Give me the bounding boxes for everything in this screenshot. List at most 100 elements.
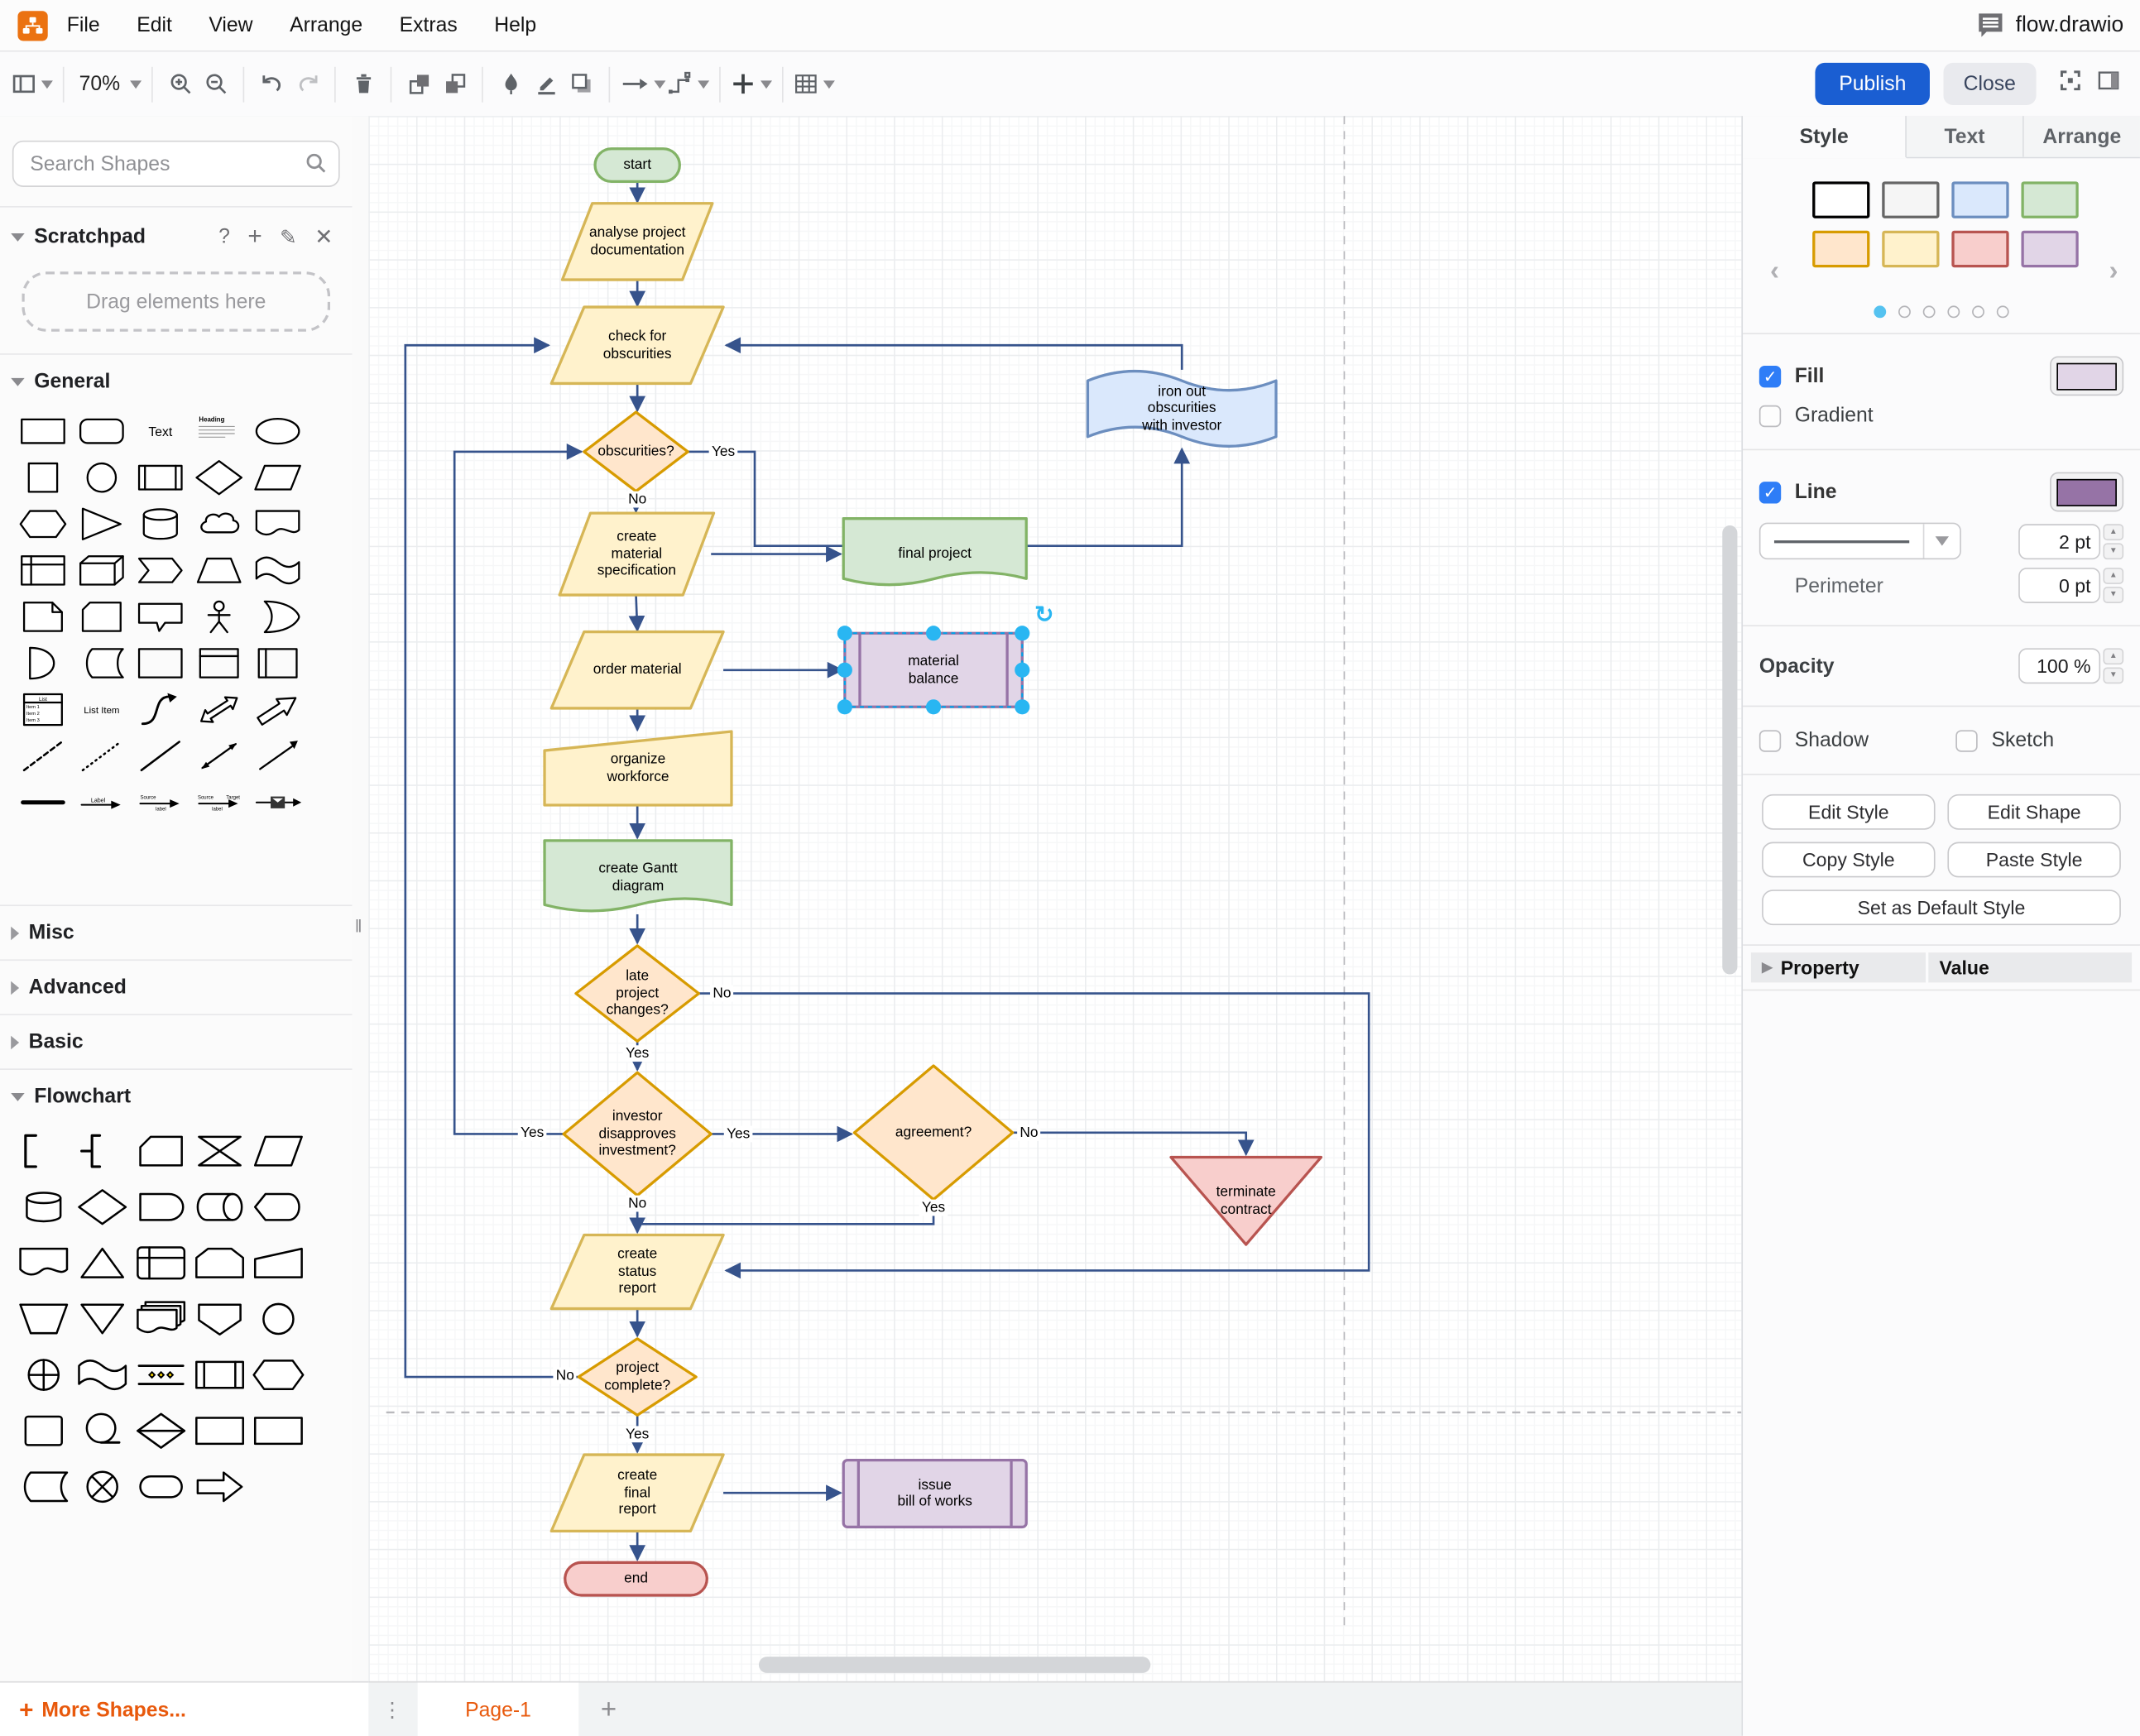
value-column-header[interactable]: Value bbox=[1928, 952, 2133, 983]
line-color-button[interactable] bbox=[2050, 472, 2124, 512]
close-icon[interactable]: ✕ bbox=[314, 223, 333, 251]
node-check[interactable] bbox=[549, 305, 725, 386]
presets-page-dot-1[interactable] bbox=[1898, 305, 1911, 319]
redo-button[interactable] bbox=[290, 64, 325, 104]
shape-transfer[interactable] bbox=[190, 1459, 248, 1515]
shape-dashed-line[interactable] bbox=[13, 733, 72, 779]
shape-note[interactable] bbox=[13, 593, 72, 640]
node-gantt[interactable] bbox=[543, 839, 733, 913]
zoom-percent-button[interactable]: 70% bbox=[74, 64, 142, 104]
page-tab[interactable]: Page-1 bbox=[417, 1682, 579, 1736]
section-advanced[interactable]: Advanced bbox=[0, 959, 353, 1014]
shape-stored-data[interactable] bbox=[13, 1459, 72, 1515]
edit-style-button[interactable]: Edit Style bbox=[1762, 794, 1936, 830]
shape-tape[interactable] bbox=[248, 547, 307, 593]
more-shapes-button[interactable]: + More Shapes... bbox=[19, 1695, 186, 1724]
shadow-checkbox[interactable] bbox=[1759, 729, 1782, 751]
shape-data-storage[interactable] bbox=[72, 640, 131, 686]
edit-shape-button[interactable]: Edit Shape bbox=[1947, 794, 2121, 830]
shape-parallel-mode[interactable] bbox=[131, 1347, 190, 1403]
menu-view[interactable]: View bbox=[209, 13, 252, 36]
shape-square[interactable] bbox=[13, 454, 72, 501]
pages-menu-icon[interactable]: ⋮ bbox=[368, 1682, 417, 1736]
shape-arrow-source-target[interactable]: Source label Target bbox=[190, 779, 248, 826]
node-investor[interactable] bbox=[562, 1071, 713, 1197]
selection-handle[interactable] bbox=[925, 699, 942, 715]
shape-callout[interactable] bbox=[131, 593, 190, 640]
node-spec[interactable] bbox=[558, 511, 716, 597]
presets-page-dot-4[interactable] bbox=[1972, 305, 1984, 319]
node-bill-of-works[interactable] bbox=[842, 1458, 1028, 1529]
shape-collate[interactable] bbox=[190, 1123, 248, 1179]
rotate-handle-icon[interactable]: ↻ bbox=[1034, 602, 1053, 627]
opacity-up[interactable]: ▲ bbox=[2103, 648, 2124, 665]
sketch-checkbox[interactable] bbox=[1955, 729, 1979, 751]
delete-button[interactable] bbox=[345, 64, 381, 104]
shape-curve[interactable] bbox=[131, 687, 190, 733]
shape-fc-start-ellipse[interactable] bbox=[190, 1403, 248, 1459]
node-end[interactable] bbox=[564, 1561, 708, 1597]
shape-rectangle[interactable] bbox=[13, 408, 72, 454]
selection-handle[interactable] bbox=[1015, 699, 1030, 715]
node-organize[interactable] bbox=[543, 730, 733, 807]
style-preset-7[interactable] bbox=[2021, 230, 2079, 268]
zoom-out-button[interactable] bbox=[198, 64, 233, 104]
style-preset-6[interactable] bbox=[1951, 230, 2009, 268]
shadow-button[interactable] bbox=[564, 64, 599, 104]
shape-line[interactable] bbox=[131, 733, 190, 779]
line-checkbox[interactable]: ✓ bbox=[1759, 481, 1782, 503]
shape-text[interactable]: Text bbox=[131, 408, 190, 454]
shape-ellipse[interactable] bbox=[248, 408, 307, 454]
shape-horizontal-line[interactable] bbox=[13, 779, 72, 826]
shape-or[interactable] bbox=[248, 593, 307, 640]
perimeter-input[interactable]: 0 pt bbox=[2018, 568, 2101, 603]
drawio-logo-icon[interactable] bbox=[17, 10, 48, 41]
shape-horizontal-container[interactable] bbox=[248, 640, 307, 686]
shape-sequential-access[interactable] bbox=[72, 1403, 131, 1459]
node-material-balance[interactable] bbox=[843, 631, 1024, 708]
shape-parallelogram[interactable] bbox=[248, 454, 307, 501]
node-status-report[interactable] bbox=[549, 1233, 725, 1311]
node-start[interactable] bbox=[593, 147, 681, 183]
node-final-project[interactable] bbox=[842, 517, 1028, 587]
presets-page-dot-5[interactable] bbox=[1996, 305, 2009, 319]
shape-arrow-source-label[interactable]: Source label bbox=[131, 779, 190, 826]
close-button[interactable]: Close bbox=[1942, 62, 2037, 105]
shape-fc-connector[interactable] bbox=[248, 1291, 307, 1347]
shape-trapezoid[interactable] bbox=[190, 547, 248, 593]
shape-fc-decision[interactable] bbox=[72, 1179, 131, 1235]
publish-button[interactable]: Publish bbox=[1816, 62, 1930, 105]
section-misc[interactable]: Misc bbox=[0, 904, 353, 959]
shape-card[interactable] bbox=[72, 593, 131, 640]
line-style-dropdown[interactable] bbox=[1759, 522, 1961, 560]
shape-fc-document[interactable] bbox=[13, 1235, 72, 1292]
node-iron[interactable] bbox=[1086, 370, 1278, 448]
shape-bidirectional-thin-arrow[interactable] bbox=[190, 733, 248, 779]
shape-cloud[interactable] bbox=[190, 501, 248, 547]
node-order[interactable] bbox=[549, 630, 725, 710]
line-width-up[interactable]: ▲ bbox=[2103, 523, 2124, 540]
shape-bidirectional-arrow[interactable] bbox=[190, 687, 248, 733]
node-obscurities[interactable] bbox=[583, 410, 689, 493]
menu-edit[interactable]: Edit bbox=[137, 13, 172, 36]
set-as-default-style-button[interactable]: Set as Default Style bbox=[1762, 890, 2121, 926]
connection-button[interactable] bbox=[620, 64, 666, 104]
to-front-button[interactable] bbox=[401, 64, 437, 104]
shape-fc-or[interactable] bbox=[13, 1347, 72, 1403]
shape-off-page-connector[interactable] bbox=[190, 1291, 248, 1347]
shape-list[interactable]: List Item 1 Item 2 Item 3 bbox=[13, 687, 72, 733]
edge-4[interactable] bbox=[724, 337, 1183, 370]
shape-actor[interactable] bbox=[190, 593, 248, 640]
fill-color-button[interactable] bbox=[2050, 356, 2124, 396]
undo-button[interactable] bbox=[254, 64, 290, 104]
fullscreen-icon[interactable] bbox=[2058, 68, 2083, 99]
search-input[interactable] bbox=[12, 140, 340, 187]
insert-button[interactable] bbox=[730, 64, 773, 104]
selection-handle[interactable] bbox=[1015, 626, 1030, 641]
style-preset-3[interactable] bbox=[2021, 181, 2079, 218]
menu-file[interactable]: File bbox=[67, 13, 100, 36]
selection-handle[interactable] bbox=[837, 699, 852, 715]
section-general[interactable]: General bbox=[0, 353, 353, 408]
fill-color-button[interactable] bbox=[492, 64, 528, 104]
menu-arrange[interactable]: Arrange bbox=[290, 13, 362, 36]
